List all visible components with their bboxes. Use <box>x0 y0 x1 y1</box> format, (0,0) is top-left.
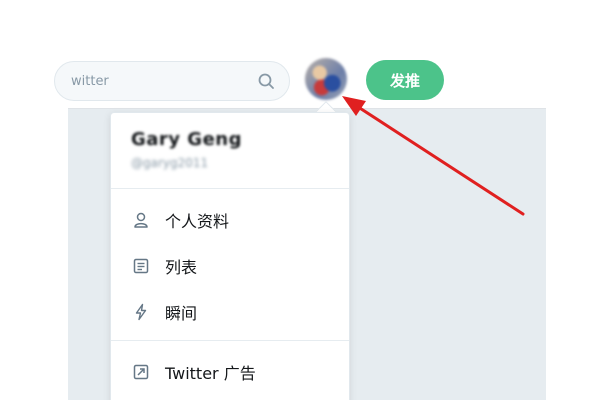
search-icon[interactable] <box>257 72 275 90</box>
menu-item-label: Twitter 广告 <box>165 364 256 383</box>
account-dropdown-menu: Gary Geng @garyg2011 个人资料 列表 瞬间 Twitter … <box>110 112 350 400</box>
tweet-button[interactable]: 发推 <box>366 60 444 100</box>
lightning-icon <box>131 302 151 322</box>
account-summary[interactable]: Gary Geng @garyg2011 <box>111 113 349 189</box>
menu-item-label: 瞬间 <box>165 304 198 323</box>
menu-item-label: 列表 <box>165 258 198 277</box>
list-icon <box>131 256 151 276</box>
search-input[interactable]: witter <box>71 74 109 89</box>
avatar[interactable] <box>305 58 347 100</box>
person-icon <box>131 210 151 230</box>
account-handle: @garyg2011 <box>131 156 209 170</box>
secondary-menu-list: Twitter 广告 <box>111 341 349 395</box>
search-box[interactable]: witter <box>54 61 290 101</box>
account-name: Gary Geng <box>131 129 242 150</box>
menu-item-twitter-ads[interactable]: Twitter 广告 <box>111 349 349 395</box>
menu-item-lists[interactable]: 列表 <box>111 243 349 289</box>
menu-item-moments[interactable]: 瞬间 <box>111 289 349 335</box>
menu-list: 个人资料 列表 瞬间 <box>111 189 349 341</box>
external-link-icon <box>131 362 151 382</box>
menu-item-profile[interactable]: 个人资料 <box>111 197 349 243</box>
menu-item-label: 个人资料 <box>165 212 230 231</box>
